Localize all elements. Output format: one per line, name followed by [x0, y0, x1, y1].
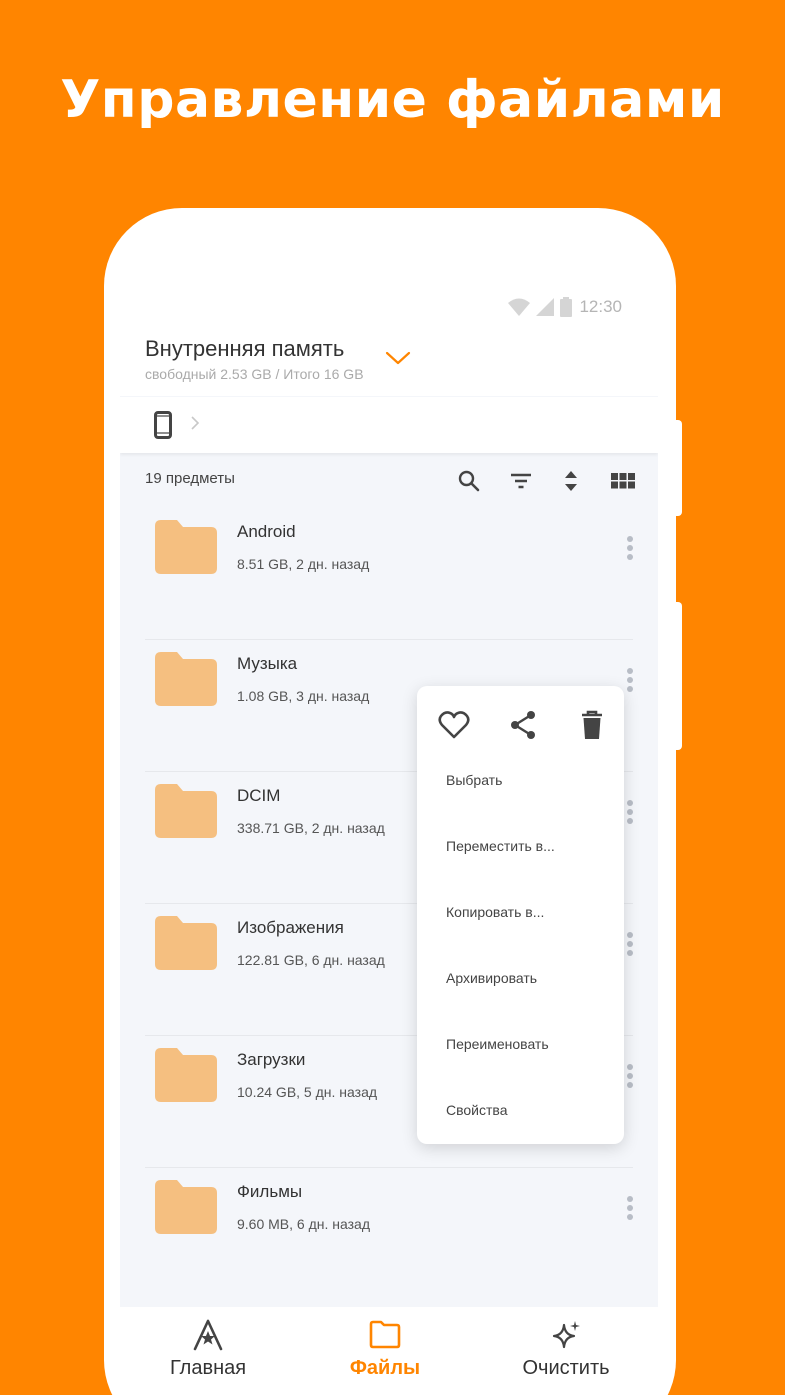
nav-label: Главная: [169, 1357, 247, 1379]
folder-icon: [155, 1048, 217, 1102]
storage-header[interactable]: Внутренняя память свободный 2.53 GB / Ит…: [120, 328, 658, 396]
chevron-right-icon: [191, 416, 200, 430]
sort-icon[interactable]: [558, 468, 584, 494]
grid-view-icon[interactable]: [610, 468, 636, 494]
folder-icon: [155, 916, 217, 970]
phone-device-icon[interactable]: [154, 411, 172, 439]
status-bar: 12:30: [120, 288, 658, 328]
trash-icon[interactable]: [575, 708, 609, 742]
file-row[interactable]: Android 8.51 GB, 2 дн. назад: [120, 508, 658, 640]
more-options-icon[interactable]: [625, 1064, 635, 1094]
folder-icon: [155, 520, 217, 574]
nav-item-clean[interactable]: Очистить: [481, 1307, 651, 1395]
file-meta: 1.08 GB, 3 дн. назад: [237, 688, 370, 704]
sparkle-icon: [552, 1321, 580, 1349]
more-options-icon[interactable]: [625, 800, 635, 830]
file-meta: 9.60 MB, 6 дн. назад: [237, 1216, 371, 1232]
status-icons: [508, 297, 572, 317]
filter-icon[interactable]: [508, 468, 534, 494]
status-time: 12:30: [579, 297, 622, 316]
search-icon[interactable]: [456, 468, 482, 494]
breadcrumb: [120, 397, 658, 453]
nav-item-home[interactable]: Главная: [123, 1307, 293, 1395]
file-meta: 122.81 GB, 6 дн. назад: [237, 952, 385, 968]
folder-icon: [155, 652, 217, 706]
file-meta: 8.51 GB, 2 дн. назад: [237, 556, 370, 572]
battery-icon: [560, 297, 572, 317]
file-name: Загрузки: [237, 1050, 306, 1069]
menu-item-properties[interactable]: Свойства: [446, 1102, 507, 1118]
chevron-down-icon[interactable]: [385, 350, 411, 366]
file-meta: 10.24 GB, 5 дн. назад: [237, 1084, 378, 1100]
file-name: Изображения: [237, 918, 344, 937]
heart-icon[interactable]: [437, 708, 471, 742]
more-options-icon[interactable]: [625, 932, 635, 962]
more-options-icon[interactable]: [625, 536, 635, 566]
nav-label: Файлы: [349, 1357, 421, 1379]
home-star-icon: [193, 1319, 223, 1351]
file-name: DCIM: [237, 786, 281, 805]
more-options-icon[interactable]: [625, 1196, 635, 1226]
menu-item-move[interactable]: Переместить в...: [446, 838, 555, 854]
file-meta: 338.71 GB, 2 дн. назад: [237, 820, 385, 836]
signal-icon: [536, 298, 554, 316]
folder-icon: [369, 1320, 401, 1349]
folder-icon: [155, 784, 217, 838]
menu-item-select[interactable]: Выбрать: [446, 772, 502, 788]
context-menu-actions: [417, 708, 624, 744]
file-name: Фильмы: [237, 1182, 303, 1201]
storage-subtitle: свободный 2.53 GB / Итого 16 GB: [145, 366, 364, 382]
storage-title: Внутренняя память: [145, 336, 345, 361]
menu-item-archive[interactable]: Архивировать: [446, 970, 537, 986]
share-icon[interactable]: [506, 708, 540, 742]
wifi-icon: [508, 298, 530, 316]
file-row[interactable]: Фильмы 9.60 MB, 6 дн. назад: [120, 1168, 658, 1300]
bottom-nav: Главная Файлы Очистить: [120, 1307, 658, 1395]
phone-side-button: [674, 602, 682, 750]
menu-item-copy[interactable]: Копировать в...: [446, 904, 544, 920]
file-name: Музыка: [237, 654, 298, 673]
folder-icon: [155, 1180, 217, 1234]
context-menu: Выбрать Переместить в... Копировать в...…: [417, 686, 624, 1144]
menu-item-rename[interactable]: Переименовать: [446, 1036, 549, 1052]
nav-item-files[interactable]: Файлы: [300, 1307, 470, 1395]
file-name: Android: [237, 522, 296, 541]
item-count: 19 предметы: [145, 470, 235, 487]
phone-side-button: [674, 420, 682, 516]
file-toolbar: 19 предметы: [120, 454, 658, 510]
nav-label: Очистить: [522, 1357, 610, 1379]
more-options-icon[interactable]: [625, 668, 635, 698]
promo-title: Управление файлами: [60, 70, 725, 130]
